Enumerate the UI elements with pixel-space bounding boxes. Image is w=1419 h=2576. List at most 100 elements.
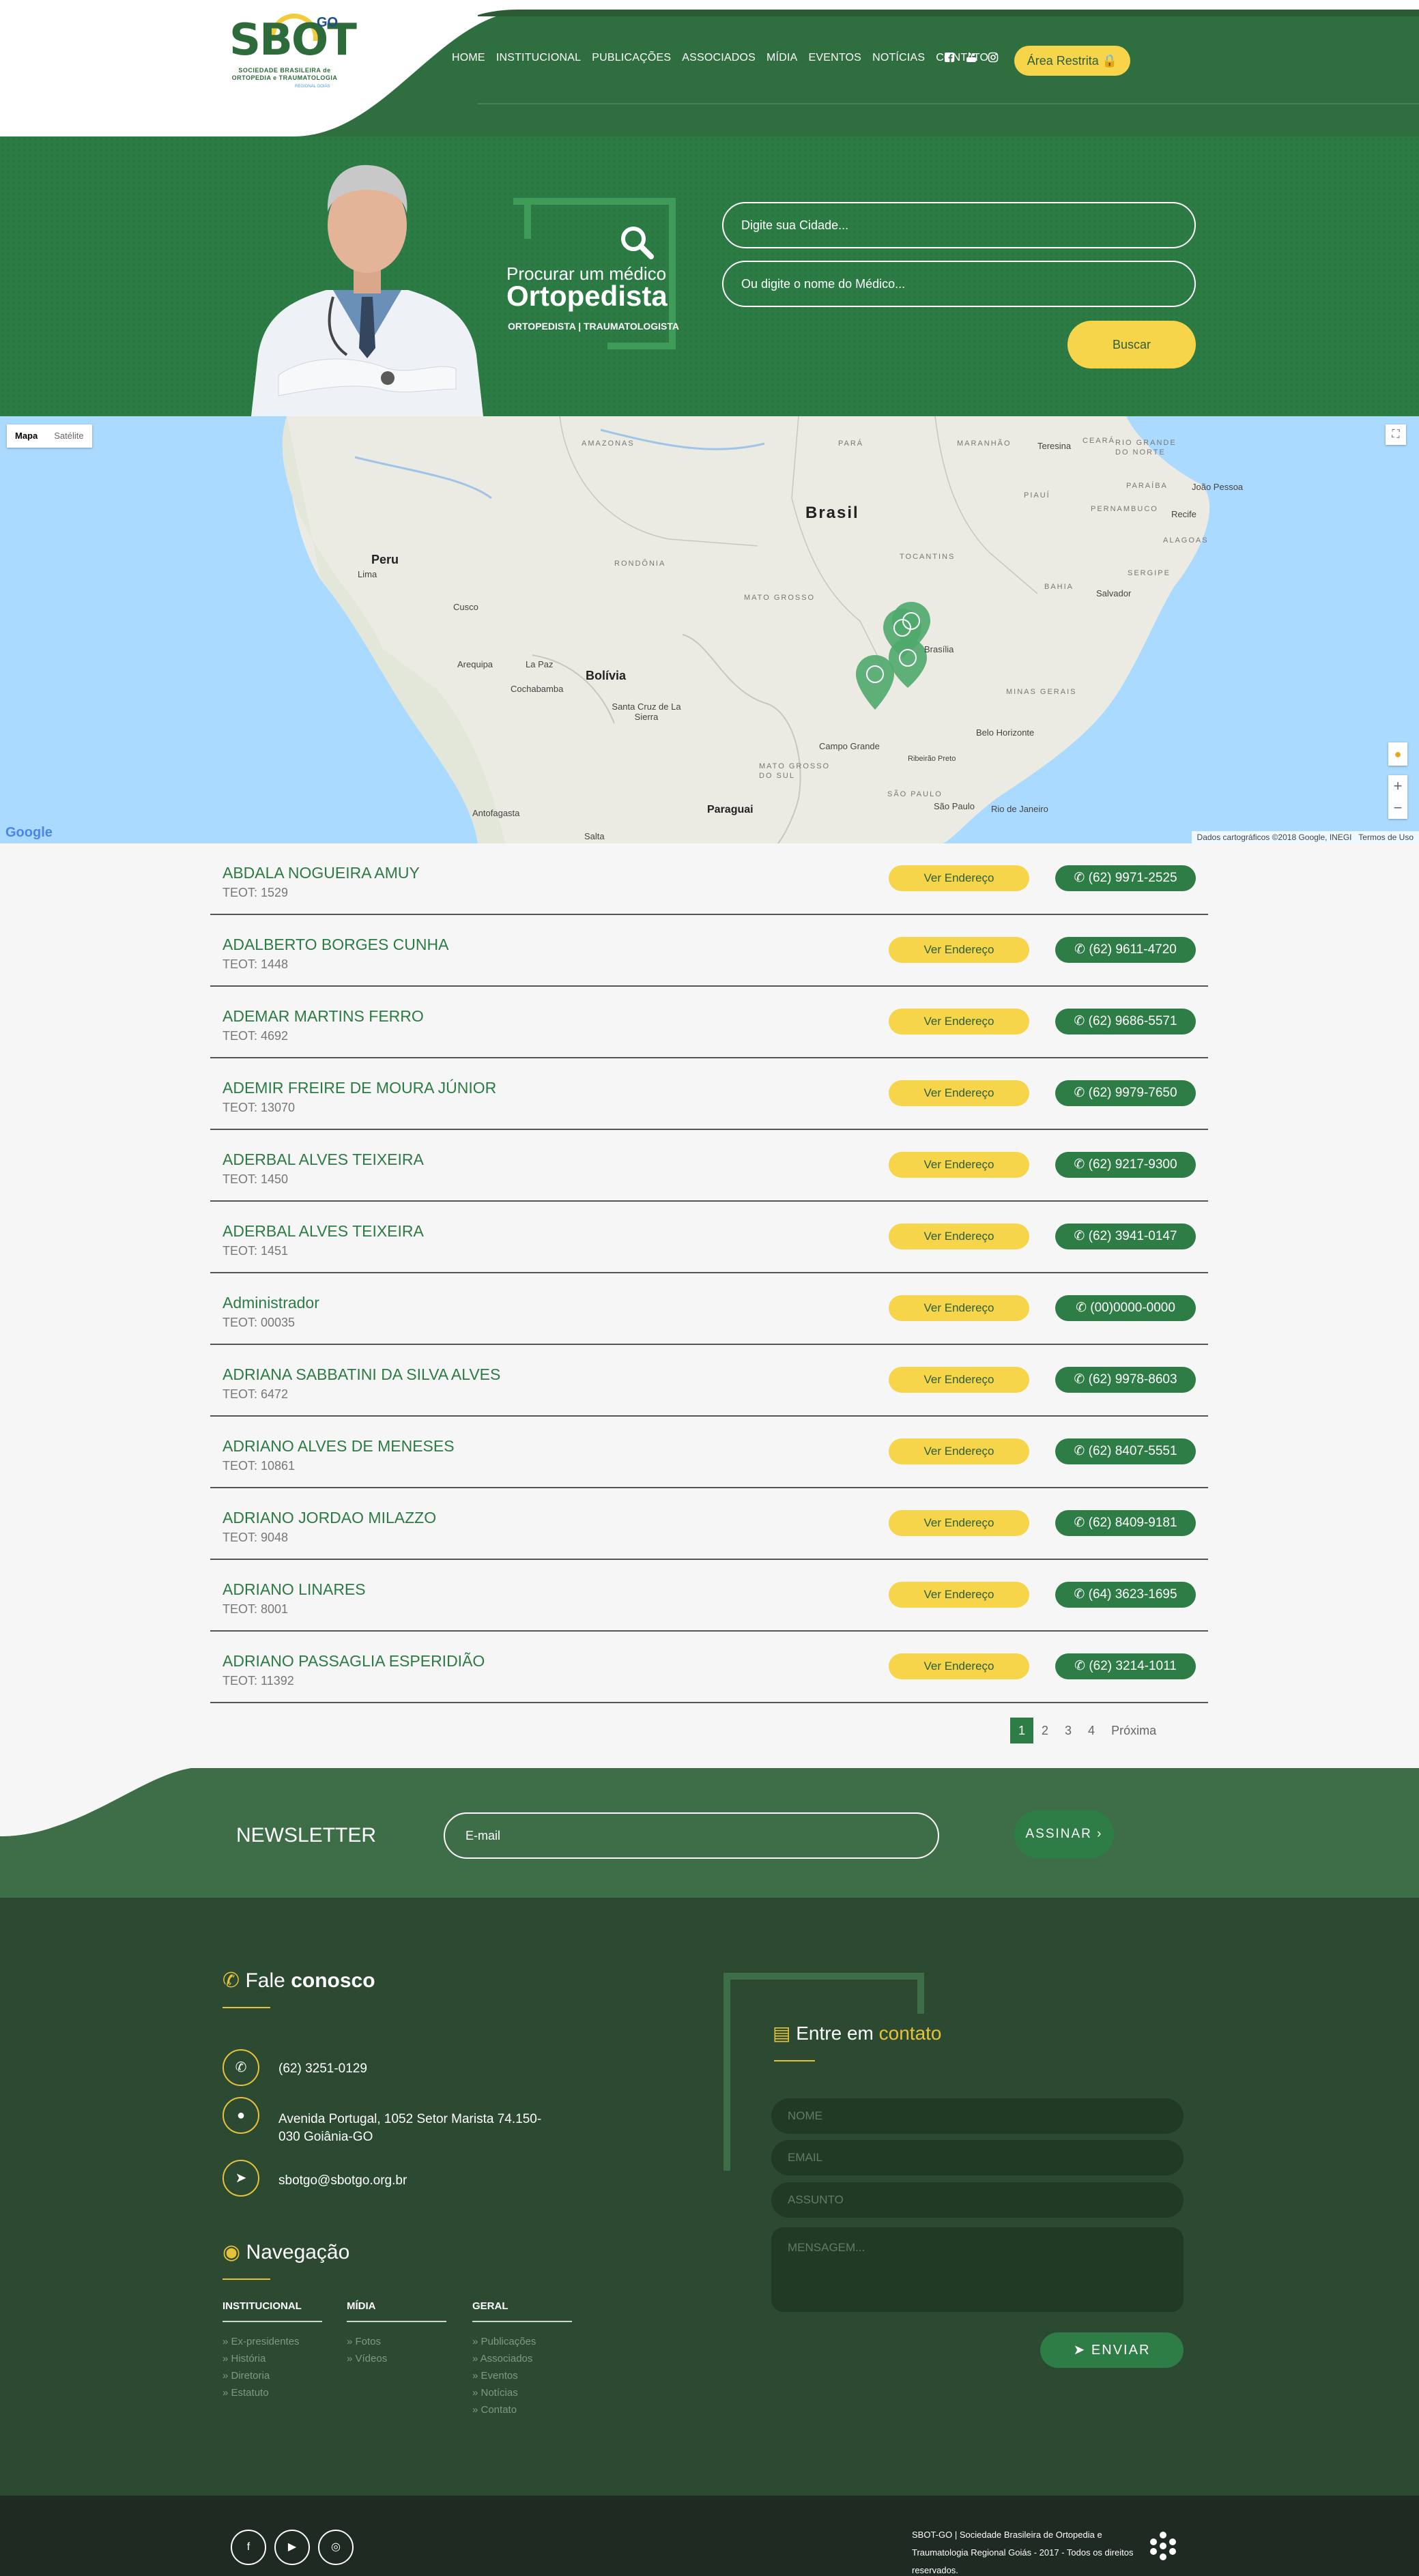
facebook-icon[interactable]: f [231, 2530, 266, 2565]
doctor-name[interactable]: ADEMAR MARTINS FERRO [223, 1007, 424, 1026]
page-4[interactable]: 4 [1080, 1718, 1103, 1743]
instagram-icon[interactable]: ◎ [318, 2530, 354, 2565]
nav-noticias[interactable]: NOTÍCIAS [872, 52, 925, 64]
nav-home[interactable]: HOME [452, 52, 485, 64]
phone-button[interactable]: ✆ (64) 3623-1695 [1055, 1582, 1196, 1608]
youtube-icon[interactable] [965, 52, 977, 64]
page-3[interactable]: 3 [1057, 1718, 1080, 1743]
nav-institucional[interactable]: INSTITUCIONAL [496, 52, 581, 64]
doctor-name[interactable]: ADRIANO PASSAGLIA ESPERIDIÃO [223, 1652, 485, 1670]
doctor-name[interactable]: ADEMIR FREIRE DE MOURA JÚNIOR [223, 1079, 496, 1097]
main-nav: HOME INSTITUCIONAL PUBLICAÇÕES ASSOCIADO… [452, 52, 988, 64]
view-address-button[interactable]: Ver Endereço [889, 1438, 1029, 1464]
phone-button[interactable]: ✆ (62) 9978-8603 [1055, 1367, 1196, 1393]
phone-number: (62) 3941-0147 [1088, 1229, 1177, 1243]
phone-button[interactable]: ✆ (62) 9979-7650 [1055, 1080, 1196, 1106]
doctor-name-input[interactable] [722, 261, 1196, 307]
send-button[interactable]: ➤ ENVIAR [1040, 2332, 1184, 2368]
view-address-button[interactable]: Ver Endereço [889, 1653, 1029, 1679]
subscribe-button[interactable]: ASSINAR › [1014, 1810, 1114, 1858]
map-type-satellite[interactable]: Satélite [46, 424, 91, 448]
footer-link-eventos[interactable]: » Eventos [472, 2370, 518, 2382]
phone-button[interactable]: ✆ (62) 8407-5551 [1055, 1438, 1196, 1464]
phone-button[interactable]: ✆ (62) 9611-4720 [1055, 937, 1196, 963]
phone-button[interactable]: ✆ (62) 9971-2525 [1055, 865, 1196, 891]
pegman-icon[interactable]: ● [1388, 742, 1407, 766]
view-address-button[interactable]: Ver Endereço [889, 937, 1029, 963]
doctor-name[interactable]: ADRIANA SABBATINI DA SILVA ALVES [223, 1365, 500, 1384]
footer-link-ex-presidentes[interactable]: » Ex-presidentes [223, 2336, 300, 2347]
contact-email-input[interactable] [771, 2140, 1184, 2175]
page-1[interactable]: 1 [1010, 1718, 1034, 1743]
fullscreen-icon[interactable]: ⛶ [1386, 424, 1406, 445]
map-type-mapa[interactable]: Mapa [7, 424, 46, 448]
compass-icon: ◉ [223, 2241, 241, 2263]
contact-email[interactable]: sbotgo@sbotgo.org.br [278, 2172, 407, 2190]
phone-button[interactable]: ✆ (62) 3941-0147 [1055, 1224, 1196, 1249]
footer-link-publicacoes[interactable]: » Publicações [472, 2336, 536, 2347]
site-logo[interactable]: SBOT GO SOCIEDADE BRASILEIRA de ORTOPEDI… [229, 8, 357, 89]
footer-link-noticias[interactable]: » Notícias [472, 2387, 518, 2399]
nav-associados[interactable]: ASSOCIADOS [682, 52, 756, 64]
map-terms-link[interactable]: Termos de Uso [1358, 833, 1414, 842]
instagram-icon[interactable] [987, 52, 999, 64]
doctor-name[interactable]: ADERBAL ALVES TEIXEIRA [223, 1150, 424, 1169]
map-label-joaopessoa: João Pessoa [1192, 482, 1244, 492]
city-search-input[interactable] [722, 202, 1196, 248]
footer-link-videos[interactable]: » Vídeos [347, 2353, 387, 2364]
nav-heading: ◉ Navegação [223, 2240, 349, 2264]
phone-icon: ✆ [1074, 1659, 1089, 1673]
map-attribution: Dados cartográficos ©2018 Google, INEGI … [1191, 831, 1419, 843]
nav-publicacoes[interactable]: PUBLICAÇÕES [592, 52, 671, 64]
footer-link-historia[interactable]: » História [223, 2353, 266, 2364]
view-address-button[interactable]: Ver Endereço [889, 1582, 1029, 1608]
doctors-map[interactable]: Brasil Peru Bolívia Paraguai Lima Cusco … [0, 416, 1419, 843]
doctor-name[interactable]: ADRIANO ALVES DE MENESES [223, 1437, 455, 1456]
search-button[interactable]: Buscar [1067, 321, 1196, 368]
phone-button[interactable]: ✆ (62) 3214-1011 [1055, 1653, 1196, 1679]
footer-link-estatuto[interactable]: » Estatuto [223, 2387, 269, 2399]
developer-logo[interactable] [1147, 2530, 1179, 2562]
view-address-button[interactable]: Ver Endereço [889, 1009, 1029, 1034]
footer-link-diretoria[interactable]: » Diretoria [223, 2370, 270, 2382]
zoom-control: + − [1388, 775, 1407, 819]
map-label-santacruz: Santa Cruz de La Sierra [612, 701, 681, 722]
restricted-area-button[interactable]: Área Restrita 🔒 [1014, 46, 1130, 76]
contact-heading-b: conosco [291, 1969, 375, 1992]
phone-button[interactable]: ✆ (00)0000-0000 [1055, 1295, 1196, 1321]
youtube-icon[interactable]: ▶ [274, 2530, 310, 2565]
contact-message-input[interactable] [771, 2227, 1184, 2312]
zoom-out-icon[interactable]: − [1388, 797, 1407, 819]
search-icon [621, 227, 654, 259]
contact-subject-input[interactable] [771, 2182, 1184, 2218]
footer-link-fotos[interactable]: » Fotos [347, 2336, 381, 2347]
view-address-button[interactable]: Ver Endereço [889, 1080, 1029, 1106]
footer-link-associados[interactable]: » Associados [472, 2353, 532, 2364]
doctor-name[interactable]: Administrador [223, 1294, 319, 1312]
nav-midia[interactable]: MÍDIA [766, 52, 797, 64]
facebook-icon[interactable] [943, 52, 956, 64]
view-address-button[interactable]: Ver Endereço [889, 1224, 1029, 1249]
page-2[interactable]: 2 [1033, 1718, 1057, 1743]
view-address-button[interactable]: Ver Endereço [889, 1152, 1029, 1178]
nav-eventos[interactable]: EVENTOS [808, 52, 861, 64]
phone-button[interactable]: ✆ (62) 9217-9300 [1055, 1152, 1196, 1178]
footer-link-contato[interactable]: » Contato [472, 2404, 517, 2416]
phone-number: (00)0000-0000 [1090, 1301, 1175, 1315]
contact-name-input[interactable] [771, 2098, 1184, 2134]
next-page[interactable]: Próxima [1103, 1718, 1164, 1743]
view-address-button[interactable]: Ver Endereço [889, 1367, 1029, 1393]
doctor-name[interactable]: ADALBERTO BORGES CUNHA [223, 936, 448, 954]
newsletter-email-input[interactable] [444, 1812, 939, 1859]
phone-button[interactable]: ✆ (62) 9686-5571 [1055, 1009, 1196, 1034]
doctor-name[interactable]: ABDALA NOGUEIRA AMUY [223, 864, 420, 882]
view-address-button[interactable]: Ver Endereço [889, 1510, 1029, 1536]
doctor-name[interactable]: ADRIANO JORDAO MILAZZO [223, 1509, 436, 1527]
view-address-button[interactable]: Ver Endereço [889, 1295, 1029, 1321]
doctor-name[interactable]: ADRIANO LINARES [223, 1580, 366, 1599]
view-address-button[interactable]: Ver Endereço [889, 865, 1029, 891]
phone-button[interactable]: ✆ (62) 8409-9181 [1055, 1510, 1196, 1536]
doctor-teot: TEOT: 4692 [223, 1029, 289, 1043]
doctor-name[interactable]: ADERBAL ALVES TEIXEIRA [223, 1222, 424, 1241]
zoom-in-icon[interactable]: + [1388, 775, 1407, 797]
